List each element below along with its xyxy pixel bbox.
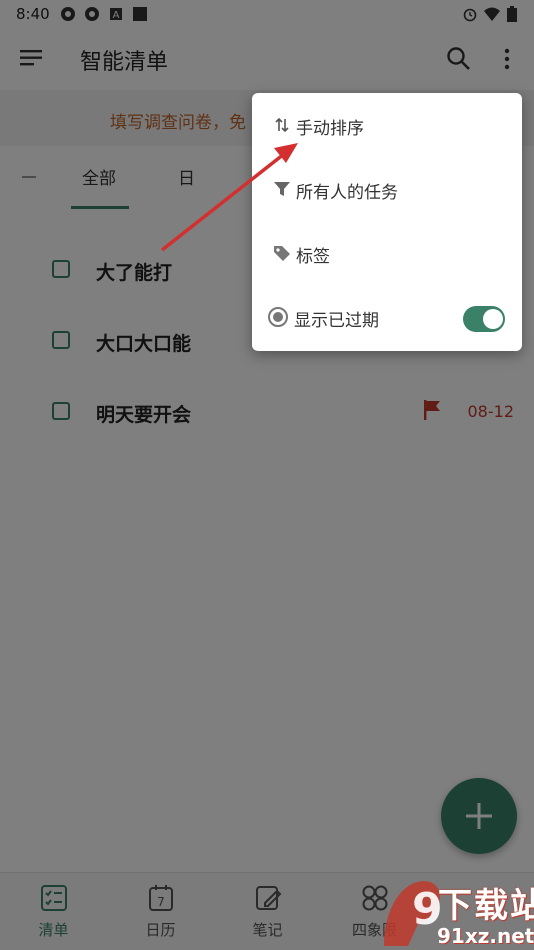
watermark-text: 下载站 (438, 886, 534, 926)
annotation-arrow-icon (160, 143, 298, 252)
watermark-url: 91xz.net (437, 924, 534, 948)
